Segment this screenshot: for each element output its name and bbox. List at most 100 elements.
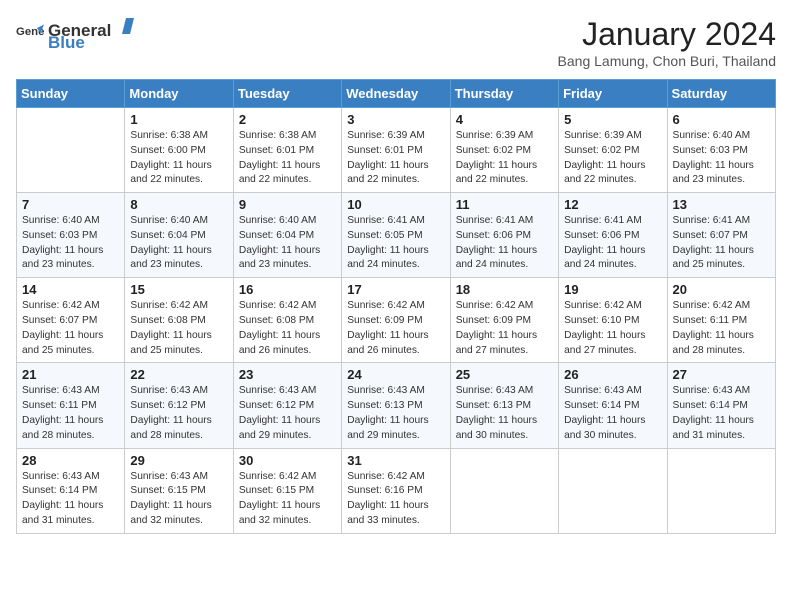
cell-sun-info: Sunrise: 6:42 AM Sunset: 6:09 PM Dayligh…	[347, 299, 444, 358]
cell-sun-info: Sunrise: 6:42 AM Sunset: 6:08 PM Dayligh…	[130, 299, 227, 358]
cell-sun-info: Sunrise: 6:40 AM Sunset: 6:04 PM Dayligh…	[239, 214, 336, 273]
cell-sun-info: Sunrise: 6:41 AM Sunset: 6:05 PM Dayligh…	[347, 214, 444, 273]
day-header-saturday: Saturday	[667, 80, 775, 108]
calendar-cell: 4Sunrise: 6:39 AM Sunset: 6:02 PM Daylig…	[450, 108, 558, 193]
cell-sun-info: Sunrise: 6:43 AM Sunset: 6:14 PM Dayligh…	[564, 384, 661, 443]
cell-sun-info: Sunrise: 6:43 AM Sunset: 6:15 PM Dayligh…	[130, 470, 227, 529]
calendar-cell: 10 Sunrise: 6:41 AM Sunset: 6:05 PM Dayli…	[342, 193, 450, 278]
day-number: 13	[673, 197, 770, 212]
calendar-week-row: 7 Sunrise: 6:40 AM Sunset: 6:03 PM Daylig…	[17, 193, 776, 278]
cell-sun-info: Sunrise: 6:41 AM Sunset: 6:06 PM Dayligh…	[564, 214, 661, 273]
calendar-cell: 8Sunrise: 6:40 AM Sunset: 6:04 PM Daylig…	[125, 193, 233, 278]
day-header-tuesday: Tuesday	[233, 80, 341, 108]
calendar-cell: 17Sunrise: 6:42 AM Sunset: 6:09 PM Dayli…	[342, 278, 450, 363]
cell-sun-info: Sunrise: 6:43 AM Sunset: 6:13 PM Dayligh…	[456, 384, 553, 443]
calendar-cell: 24Sunrise: 6:43 AM Sunset: 6:13 PM Dayli…	[342, 363, 450, 448]
month-year-title: January 2024	[558, 16, 776, 53]
calendar-week-row: 14Sunrise: 6:42 AM Sunset: 6:07 PM Dayli…	[17, 278, 776, 363]
day-number: 28	[22, 453, 119, 468]
day-number: 31	[347, 453, 444, 468]
calendar-cell: 2 Sunrise: 6:38 AM Sunset: 6:01 PM Daylig…	[233, 108, 341, 193]
calendar-cell: 6 Sunrise: 6:40 AM Sunset: 6:03 PM Daylig…	[667, 108, 775, 193]
day-number: 29	[130, 453, 227, 468]
location-subtitle: Bang Lamung, Chon Buri, Thailand	[558, 53, 776, 69]
day-number: 6	[673, 112, 770, 127]
cell-sun-info: Sunrise: 6:38 AM Sunset: 6:00 PM Dayligh…	[130, 129, 227, 188]
cell-sun-info: Sunrise: 6:43 AM Sunset: 6:12 PM Dayligh…	[239, 384, 336, 443]
calendar-cell: 22Sunrise: 6:43 AM Sunset: 6:12 PM Dayli…	[125, 363, 233, 448]
logo: General General Blue	[16, 16, 135, 53]
day-number: 30	[239, 453, 336, 468]
day-number: 19	[564, 282, 661, 297]
calendar-cell: 9Sunrise: 6:40 AM Sunset: 6:04 PM Daylig…	[233, 193, 341, 278]
calendar-cell: 28 Sunrise: 6:43 AM Sunset: 6:14 PM Dayli…	[17, 448, 125, 533]
day-number: 22	[130, 367, 227, 382]
cell-sun-info: Sunrise: 6:43 AM Sunset: 6:11 PM Dayligh…	[22, 384, 119, 443]
cell-sun-info: Sunrise: 6:40 AM Sunset: 6:03 PM Dayligh…	[22, 214, 119, 273]
day-number: 18	[456, 282, 553, 297]
calendar-cell	[17, 108, 125, 193]
day-number: 12	[564, 197, 661, 212]
cell-sun-info: Sunrise: 6:41 AM Sunset: 6:06 PM Dayligh…	[456, 214, 553, 273]
day-number: 5	[564, 112, 661, 127]
day-number: 21	[22, 367, 119, 382]
cell-sun-info: Sunrise: 6:42 AM Sunset: 6:11 PM Dayligh…	[673, 299, 770, 358]
calendar-cell: 20 Sunrise: 6:42 AM Sunset: 6:11 PM Dayli…	[667, 278, 775, 363]
calendar-cell: 23Sunrise: 6:43 AM Sunset: 6:12 PM Dayli…	[233, 363, 341, 448]
day-number: 24	[347, 367, 444, 382]
cell-sun-info: Sunrise: 6:38 AM Sunset: 6:01 PM Dayligh…	[239, 129, 336, 188]
page-header: General General Blue January 2024 Bang L…	[16, 16, 776, 69]
calendar-cell: 31Sunrise: 6:42 AM Sunset: 6:16 PM Dayli…	[342, 448, 450, 533]
day-number: 2	[239, 112, 336, 127]
day-number: 1	[130, 112, 227, 127]
day-header-friday: Friday	[559, 80, 667, 108]
logo-wave-icon	[112, 16, 134, 36]
title-block: January 2024 Bang Lamung, Chon Buri, Tha…	[558, 16, 776, 69]
calendar-cell: 19 Sunrise: 6:42 AM Sunset: 6:10 PM Dayli…	[559, 278, 667, 363]
calendar-cell: 1 Sunrise: 6:38 AM Sunset: 6:00 PM Daylig…	[125, 108, 233, 193]
calendar-cell: 29 Sunrise: 6:43 AM Sunset: 6:15 PM Dayli…	[125, 448, 233, 533]
calendar-cell: 25 Sunrise: 6:43 AM Sunset: 6:13 PM Dayli…	[450, 363, 558, 448]
day-header-monday: Monday	[125, 80, 233, 108]
cell-sun-info: Sunrise: 6:39 AM Sunset: 6:02 PM Dayligh…	[564, 129, 661, 188]
day-number: 27	[673, 367, 770, 382]
calendar-table: SundayMondayTuesdayWednesdayThursdayFrid…	[16, 79, 776, 534]
calendar-cell: 26 Sunrise: 6:43 AM Sunset: 6:14 PM Dayli…	[559, 363, 667, 448]
day-number: 16	[239, 282, 336, 297]
calendar-cell	[450, 448, 558, 533]
cell-sun-info: Sunrise: 6:42 AM Sunset: 6:08 PM Dayligh…	[239, 299, 336, 358]
day-number: 10	[347, 197, 444, 212]
calendar-cell: 16 Sunrise: 6:42 AM Sunset: 6:08 PM Dayli…	[233, 278, 341, 363]
cell-sun-info: Sunrise: 6:42 AM Sunset: 6:07 PM Dayligh…	[22, 299, 119, 358]
day-header-sunday: Sunday	[17, 80, 125, 108]
cell-sun-info: Sunrise: 6:42 AM Sunset: 6:09 PM Dayligh…	[456, 299, 553, 358]
day-number: 20	[673, 282, 770, 297]
cell-sun-info: Sunrise: 6:41 AM Sunset: 6:07 PM Dayligh…	[673, 214, 770, 273]
calendar-cell: 13 Sunrise: 6:41 AM Sunset: 6:07 PM Dayli…	[667, 193, 775, 278]
day-number: 3	[347, 112, 444, 127]
cell-sun-info: Sunrise: 6:39 AM Sunset: 6:01 PM Dayligh…	[347, 129, 444, 188]
cell-sun-info: Sunrise: 6:40 AM Sunset: 6:03 PM Dayligh…	[673, 129, 770, 188]
day-number: 8	[130, 197, 227, 212]
calendar-cell: 7 Sunrise: 6:40 AM Sunset: 6:03 PM Daylig…	[17, 193, 125, 278]
calendar-header-row: SundayMondayTuesdayWednesdayThursdayFrid…	[17, 80, 776, 108]
calendar-cell: 27 Sunrise: 6:43 AM Sunset: 6:14 PM Dayli…	[667, 363, 775, 448]
day-number: 26	[564, 367, 661, 382]
cell-sun-info: Sunrise: 6:43 AM Sunset: 6:14 PM Dayligh…	[22, 470, 119, 529]
cell-sun-info: Sunrise: 6:42 AM Sunset: 6:10 PM Dayligh…	[564, 299, 661, 358]
calendar-cell	[667, 448, 775, 533]
calendar-cell	[559, 448, 667, 533]
calendar-cell: 18 Sunrise: 6:42 AM Sunset: 6:09 PM Dayli…	[450, 278, 558, 363]
day-number: 7	[22, 197, 119, 212]
calendar-cell: 3 Sunrise: 6:39 AM Sunset: 6:01 PM Daylig…	[342, 108, 450, 193]
calendar-cell: 11Sunrise: 6:41 AM Sunset: 6:06 PM Dayli…	[450, 193, 558, 278]
calendar-cell: 5 Sunrise: 6:39 AM Sunset: 6:02 PM Daylig…	[559, 108, 667, 193]
calendar-cell: 30Sunrise: 6:42 AM Sunset: 6:15 PM Dayli…	[233, 448, 341, 533]
day-number: 25	[456, 367, 553, 382]
cell-sun-info: Sunrise: 6:43 AM Sunset: 6:14 PM Dayligh…	[673, 384, 770, 443]
calendar-cell: 12 Sunrise: 6:41 AM Sunset: 6:06 PM Dayli…	[559, 193, 667, 278]
day-number: 4	[456, 112, 553, 127]
day-header-wednesday: Wednesday	[342, 80, 450, 108]
calendar-week-row: 28 Sunrise: 6:43 AM Sunset: 6:14 PM Dayli…	[17, 448, 776, 533]
logo-icon: General	[16, 21, 44, 49]
